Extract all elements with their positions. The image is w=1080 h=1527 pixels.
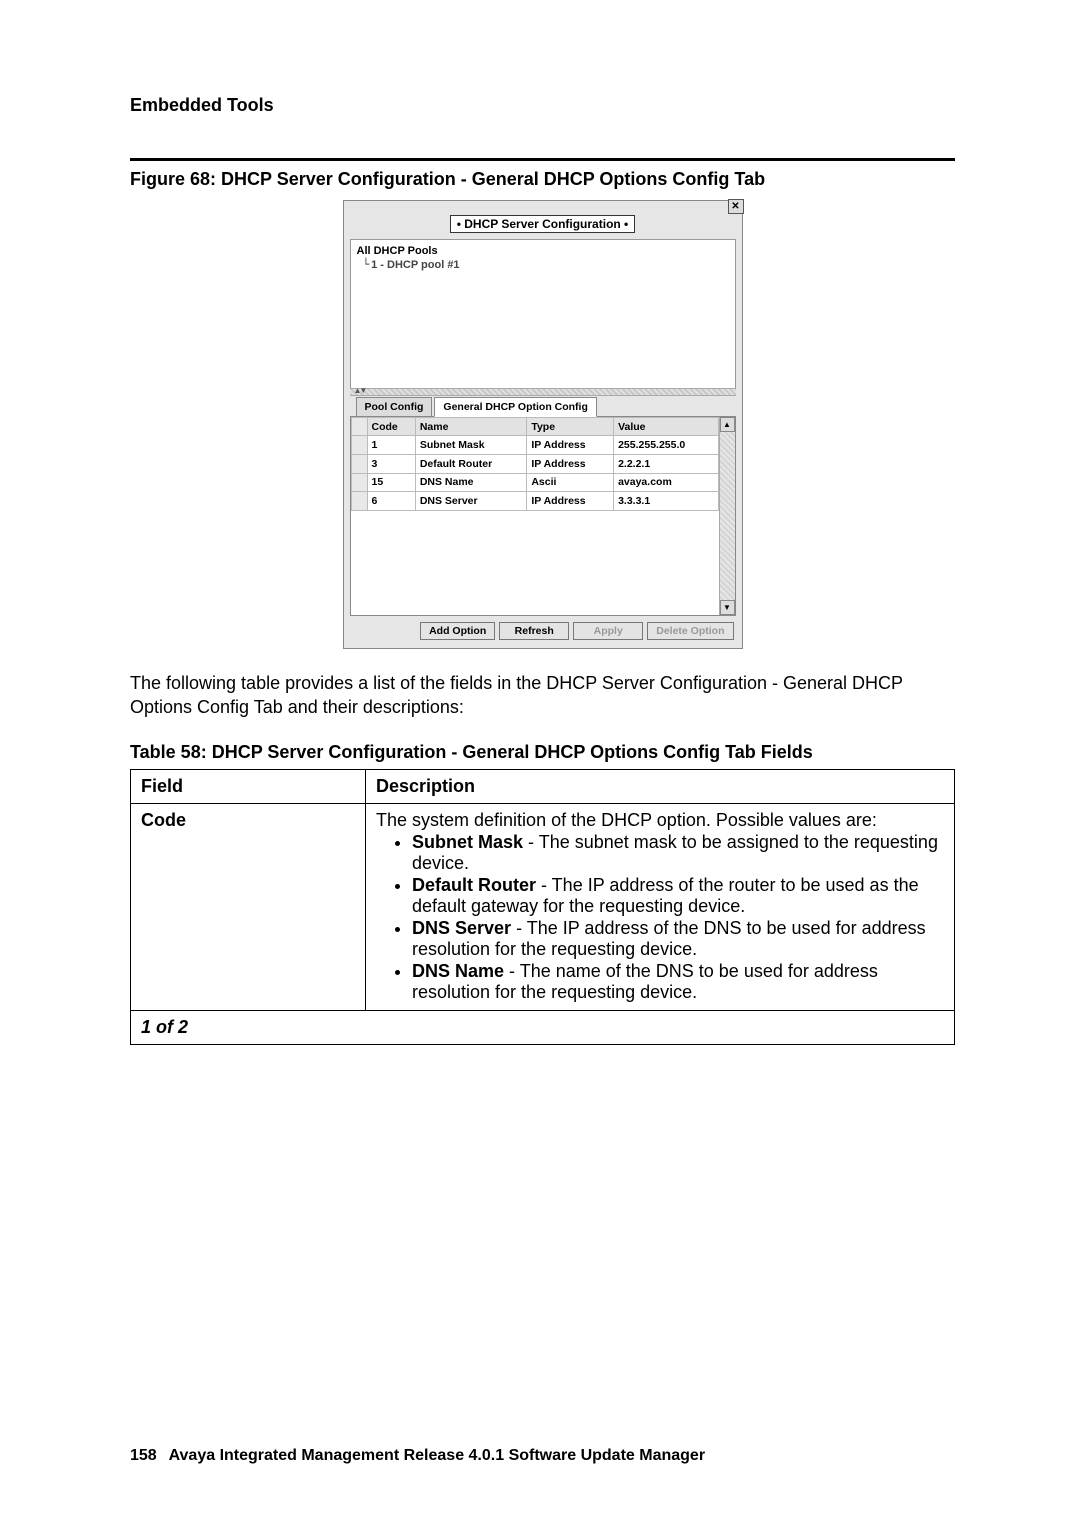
col-type[interactable]: Type	[527, 418, 614, 436]
vertical-scrollbar[interactable]: ▲ ▼	[719, 417, 735, 615]
field-description-table: Field Description Code The system defini…	[130, 769, 955, 1045]
desc-lead: The system definition of the DHCP option…	[376, 810, 944, 831]
cell-value: 255.255.255.0	[614, 436, 718, 455]
th-description: Description	[366, 769, 955, 803]
pager-row: 1 of 2	[131, 1010, 955, 1044]
cell-type: IP Address	[527, 454, 614, 473]
field-name-cell: Code	[131, 803, 366, 1010]
list-item: Subnet Mask - The subnet mask to be assi…	[412, 832, 944, 874]
section-header: Embedded Tools	[130, 95, 955, 116]
cell-type: Ascii	[527, 473, 614, 492]
table-row[interactable]: 15 DNS Name Ascii avaya.com	[351, 473, 718, 492]
cell-type: IP Address	[527, 492, 614, 511]
figure-caption: Figure 68: DHCP Server Configuration - G…	[130, 169, 955, 190]
cell-code: 1	[367, 436, 415, 455]
page-footer: 158 Avaya Integrated Management Release …	[130, 1447, 705, 1465]
cell-value: avaya.com	[614, 473, 718, 492]
cell-type: IP Address	[527, 436, 614, 455]
tab-general-dhcp-option-config[interactable]: General DHCP Option Config	[434, 397, 596, 417]
tree-child[interactable]: └1 - DHCP pool #1	[363, 258, 729, 272]
col-code[interactable]: Code	[367, 418, 415, 436]
pool-tree[interactable]: All DHCP Pools └1 - DHCP pool #1	[350, 239, 736, 389]
horizontal-rule	[130, 158, 955, 161]
desc-list: Subnet Mask - The subnet mask to be assi…	[412, 832, 944, 1003]
cell-name: DNS Server	[415, 492, 527, 511]
splitter-handle[interactable]	[350, 388, 736, 396]
footer-title: Avaya Integrated Management Release 4.0.…	[169, 1447, 705, 1464]
pager-cell: 1 of 2	[131, 1010, 955, 1044]
dialog-title: • DHCP Server Configuration •	[350, 215, 736, 233]
button-row: Add Option Refresh Apply Delete Option	[350, 616, 736, 642]
add-option-button[interactable]: Add Option	[420, 622, 495, 640]
close-icon[interactable]: ✕	[728, 199, 744, 214]
cell-value: 3.3.3.1	[614, 492, 718, 511]
tree-child-label: 1 - DHCP pool #1	[371, 259, 459, 271]
cell-value: 2.2.2.1	[614, 454, 718, 473]
table-row[interactable]: 3 Default Router IP Address 2.2.2.1	[351, 454, 718, 473]
cell-name: Subnet Mask	[415, 436, 527, 455]
table-caption: Table 58: DHCP Server Configuration - Ge…	[130, 742, 955, 763]
col-select	[351, 418, 367, 436]
tab-pool-config[interactable]: Pool Config	[356, 397, 433, 417]
table-row[interactable]: 1 Subnet Mask IP Address 255.255.255.0	[351, 436, 718, 455]
tabs-row: Pool Config General DHCP Option Config	[350, 396, 736, 416]
field-desc-cell: The system definition of the DHCP option…	[366, 803, 955, 1010]
options-grid[interactable]: Code Name Type Value 1 Subnet Mask IP Ad…	[351, 417, 719, 615]
col-name[interactable]: Name	[415, 418, 527, 436]
tree-root[interactable]: All DHCP Pools	[357, 244, 729, 258]
page-number: 158	[130, 1447, 157, 1464]
cell-name: DNS Name	[415, 473, 527, 492]
cell-code: 3	[367, 454, 415, 473]
figure-wrap: ✕ • DHCP Server Configuration • All DHCP…	[130, 200, 955, 649]
cell-code: 6	[367, 492, 415, 511]
table-row[interactable]: 6 DNS Server IP Address 3.3.3.1	[351, 492, 718, 511]
list-item: Default Router - The IP address of the r…	[412, 875, 944, 917]
scroll-up-icon[interactable]: ▲	[720, 417, 735, 432]
intro-paragraph: The following table provides a list of t…	[130, 671, 955, 720]
cell-name: Default Router	[415, 454, 527, 473]
dialog-title-text: • DHCP Server Configuration •	[450, 215, 636, 233]
table-row: Code The system definition of the DHCP o…	[131, 803, 955, 1010]
delete-option-button[interactable]: Delete Option	[647, 622, 733, 640]
list-item: DNS Name - The name of the DNS to be use…	[412, 961, 944, 1003]
th-field: Field	[131, 769, 366, 803]
scroll-down-icon[interactable]: ▼	[720, 600, 735, 615]
list-item: DNS Server - The IP address of the DNS t…	[412, 918, 944, 960]
options-grid-wrap: Code Name Type Value 1 Subnet Mask IP Ad…	[350, 416, 736, 616]
cell-code: 15	[367, 473, 415, 492]
col-value[interactable]: Value	[614, 418, 718, 436]
dhcp-config-dialog: ✕ • DHCP Server Configuration • All DHCP…	[343, 200, 743, 649]
refresh-button[interactable]: Refresh	[499, 622, 569, 640]
apply-button[interactable]: Apply	[573, 622, 643, 640]
